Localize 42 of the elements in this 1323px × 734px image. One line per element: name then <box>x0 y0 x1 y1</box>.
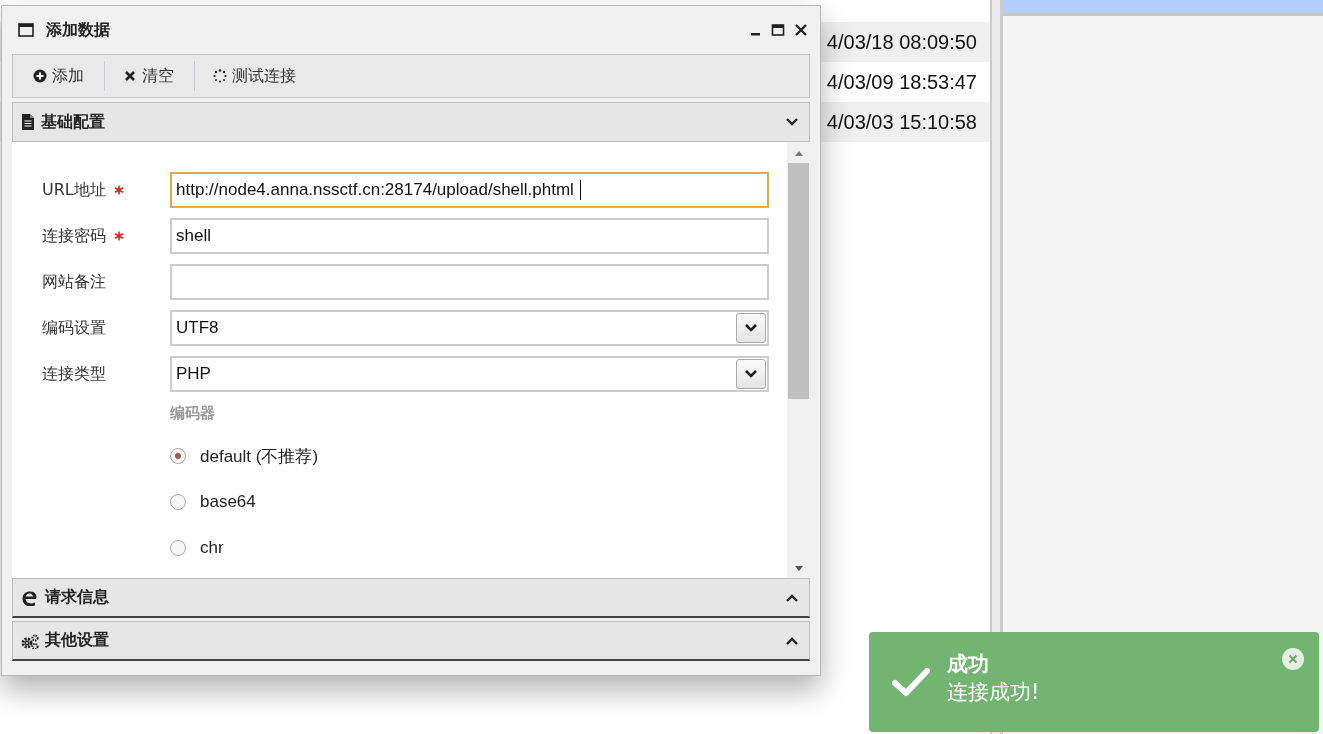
input-field[interactable]: shell <box>170 218 769 254</box>
section-header[interactable]: 基础配置 <box>12 102 810 142</box>
field-label: 编码设置 <box>42 317 106 339</box>
section-header[interactable]: 其他设置 <box>12 621 810 661</box>
toolbar-button[interactable]: 清空 <box>121 61 176 91</box>
field-label: 网站备注 <box>42 271 106 293</box>
field-label: 连接密码 <box>42 225 106 247</box>
maximize-icon[interactable] <box>771 23 785 37</box>
input-field[interactable]: http://node4.anna.nssctf.cn:28174/upload/shell.phtml <box>170 172 769 208</box>
radio-option[interactable]: default (不推荐) <box>170 443 319 469</box>
field-label: 连接类型 <box>42 363 106 385</box>
gears-icon <box>21 632 39 649</box>
plus-circle-icon <box>33 69 47 83</box>
section-header[interactable]: 请求信息 <box>12 578 810 618</box>
scroll-thumb[interactable] <box>788 163 809 399</box>
toast-title: 成功 <box>947 651 990 678</box>
radio-option[interactable]: chr <box>170 535 224 561</box>
input-field[interactable] <box>170 264 769 300</box>
window-title: 添加数据 <box>46 19 111 41</box>
checkmark-icon <box>891 666 931 698</box>
close-icon <box>123 69 137 83</box>
e-icon <box>21 589 39 606</box>
toolbar-button[interactable]: 添加 <box>31 61 86 91</box>
scrollbar[interactable] <box>787 142 810 578</box>
caret-icon <box>744 323 758 333</box>
close-icon[interactable] <box>794 23 808 37</box>
window-icon <box>18 23 34 37</box>
scroll-up-icon <box>793 149 804 157</box>
table-cell: 4/03/03 15:10:58 <box>826 110 977 134</box>
toolbar-button[interactable]: 测试连接 <box>211 61 298 91</box>
field-label: URL地址 <box>42 179 106 201</box>
section-label: 编码器 <box>170 404 216 423</box>
document-icon <box>21 114 35 130</box>
toast-message: 连接成功! <box>947 679 1040 706</box>
dropdown[interactable]: PHP <box>170 356 769 392</box>
radio-option[interactable]: base64 <box>170 489 256 515</box>
table-cell: 4/03/09 18:53:47 <box>826 70 977 94</box>
scroll-down-icon <box>793 565 804 573</box>
dropdown[interactable]: UTF8 <box>170 310 769 346</box>
caret-icon <box>744 369 758 379</box>
table-cell: 4/03/18 08:09:50 <box>826 30 977 54</box>
spinner-icon <box>213 69 227 83</box>
